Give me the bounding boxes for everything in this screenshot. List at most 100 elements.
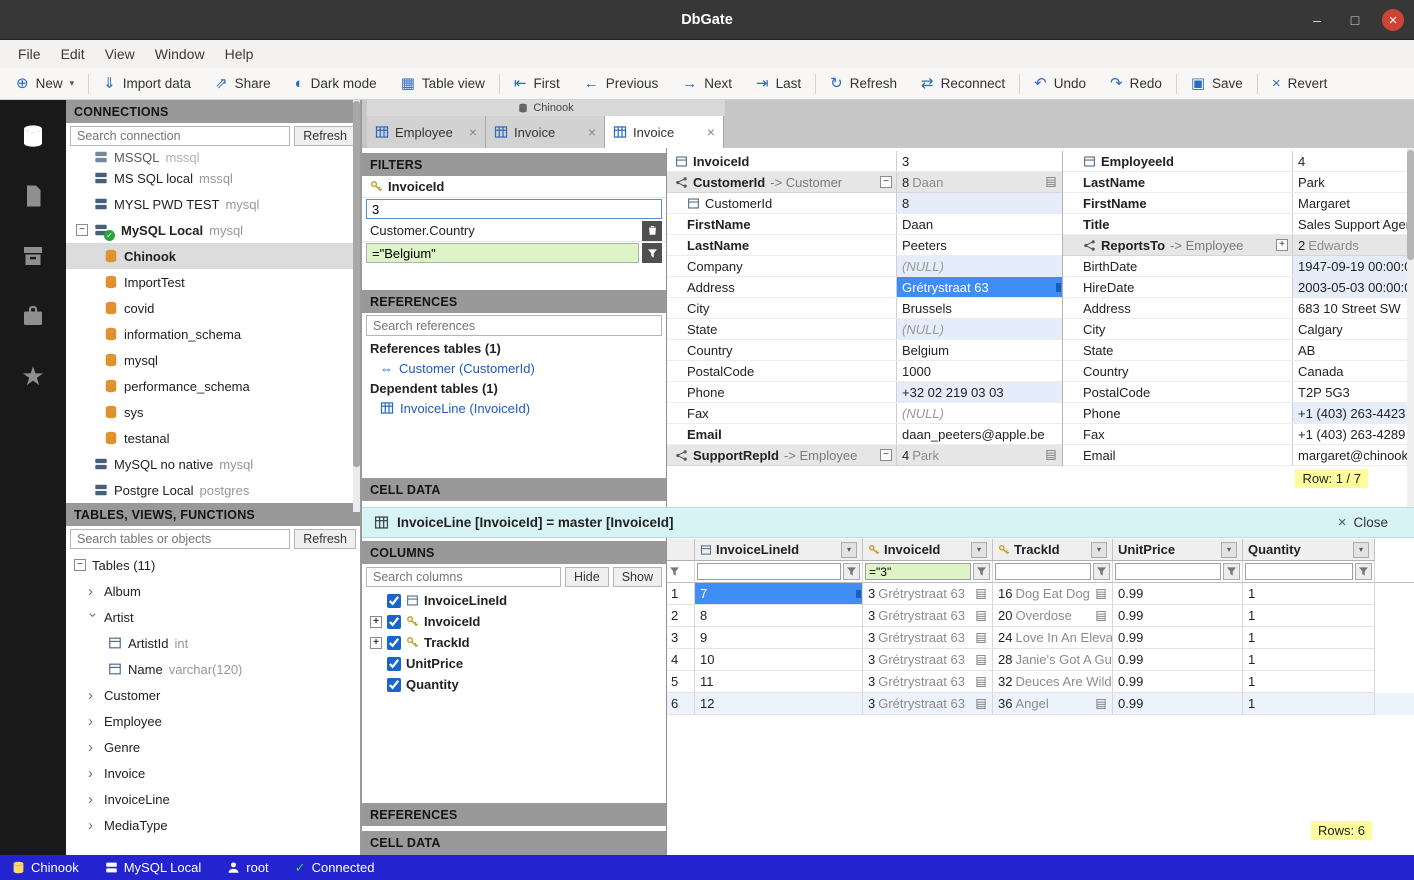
toolbar-reconnect-button[interactable]: ⇄Reconnect	[909, 68, 1017, 99]
database-mysql[interactable]: mysql	[66, 347, 360, 373]
column-dropdown-button[interactable]: ▾	[1353, 542, 1369, 558]
toolbar-last-button[interactable]: ⇥Last	[744, 68, 813, 99]
chevron-icon[interactable]: ›	[88, 818, 98, 833]
connection-mysql-local[interactable]: −✓MySQL Localmysql	[66, 217, 360, 243]
cell-invoiceid[interactable]: 3Grétrystraat 63	[863, 671, 993, 693]
toolbar-previous-button[interactable]: ←Previous	[572, 68, 671, 99]
columns-search-input[interactable]	[366, 567, 561, 587]
funnel-button[interactable]	[1223, 563, 1240, 580]
table-customer[interactable]: ›Customer	[66, 682, 360, 708]
toolbar-first-button[interactable]: ⇤First	[502, 68, 572, 99]
form-value-city[interactable]: Calgary	[1293, 319, 1408, 339]
column-dropdown-button[interactable]: ▾	[971, 542, 987, 558]
connections-search-input[interactable]	[70, 126, 290, 146]
database-importtest[interactable]: ImportTest	[66, 269, 360, 295]
form-value-employeeid[interactable]: 4	[1293, 151, 1408, 171]
table-invoice[interactable]: ›Invoice	[66, 760, 360, 786]
column-header-invoicelineid[interactable]: InvoiceLineId▾	[695, 539, 863, 561]
menu-view[interactable]: View	[95, 44, 145, 64]
form-value-phone[interactable]: +1 (403) 263-4423	[1293, 403, 1408, 423]
hide-column-button[interactable]: Hide	[565, 567, 609, 587]
column-dropdown-button[interactable]: ▾	[1091, 542, 1107, 558]
collapse-icon[interactable]: −	[76, 224, 88, 236]
form-value-address[interactable]: 683 10 Street SW	[1293, 298, 1408, 318]
toolbar-share-button[interactable]: ⇗Share	[203, 68, 283, 99]
filter-input[interactable]	[697, 563, 841, 580]
toolbar-table-view-button[interactable]: ▦Table view	[389, 68, 497, 99]
connections-refresh-button[interactable]: Refresh	[294, 126, 356, 146]
column-dropdown-button[interactable]: ▾	[1221, 542, 1237, 558]
remove-filter-button[interactable]	[642, 221, 662, 241]
filter-value-input[interactable]	[366, 199, 662, 219]
close-icon[interactable]: ×	[707, 124, 715, 140]
status-mysql-local[interactable]: MySQL Local	[105, 860, 202, 875]
chevron-icon[interactable]: ›	[88, 688, 98, 703]
database-covid[interactable]: covid	[66, 295, 360, 321]
collapse-icon[interactable]: −	[880, 176, 892, 188]
cell-invoicelineid[interactable]: 7	[695, 583, 863, 605]
toolbar-revert-button[interactable]: ×Revert	[1260, 68, 1340, 99]
expand-icon[interactable]: +	[1276, 239, 1288, 251]
database-testanal[interactable]: testanal	[66, 425, 360, 451]
column-header-trackid[interactable]: TrackId▾	[993, 539, 1113, 561]
filter-input[interactable]	[1245, 563, 1353, 580]
cell-unitprice[interactable]: 0.99	[1113, 605, 1243, 627]
cell-trackid[interactable]: 20Overdose	[993, 605, 1113, 627]
table-mediatype[interactable]: ›MediaType	[66, 812, 360, 838]
cell-invoicelineid[interactable]: 9	[695, 627, 863, 649]
form-value-firstname[interactable]: Margaret	[1293, 193, 1408, 213]
cell-invoicelineid[interactable]: 10	[695, 649, 863, 671]
filter-input[interactable]	[1115, 563, 1221, 580]
cell-trackid[interactable]: 36Angel	[993, 693, 1113, 715]
toolbar-save-button[interactable]: ▣Save	[1179, 68, 1255, 99]
form-value-country[interactable]: Belgium	[897, 340, 1062, 360]
tables-root[interactable]: −Tables (11)	[66, 552, 360, 578]
chevron-icon[interactable]: ›	[88, 740, 98, 755]
database-chinook[interactable]: Chinook	[66, 243, 360, 269]
show-column-button[interactable]: Show	[613, 567, 662, 587]
activitybar-connections[interactable]	[10, 112, 56, 160]
chevron-icon[interactable]: ›	[88, 584, 98, 599]
form-value-company[interactable]: (NULL)	[897, 256, 1062, 276]
tables-refresh-button[interactable]: Refresh	[294, 529, 356, 549]
row-number[interactable]: 1	[667, 583, 695, 605]
toolbar-next-button[interactable]: →Next	[670, 68, 744, 99]
table-employee[interactable]: ›Employee	[66, 708, 360, 734]
form-value-birthdate[interactable]: 1947-09-19 00:00:00	[1293, 256, 1408, 276]
cell-invoiceid[interactable]: 3Grétrystraat 63	[863, 605, 993, 627]
table-album[interactable]: ›Album	[66, 578, 360, 604]
database-performance-schema[interactable]: performance_schema	[66, 373, 360, 399]
column-header-unitprice[interactable]: UnitPrice▾	[1113, 539, 1243, 561]
activitybar-files[interactable]	[10, 172, 56, 220]
column-item-quantity[interactable]: Quantity	[362, 674, 666, 695]
tables-search-input[interactable]	[70, 529, 290, 549]
minimize-button[interactable]: –	[1306, 9, 1328, 31]
table-invoiceline[interactable]: ›InvoiceLine	[66, 786, 360, 812]
form-value-phone[interactable]: +32 02 219 03 03	[897, 382, 1062, 402]
cell-unitprice[interactable]: 0.99	[1113, 583, 1243, 605]
form-value-postalcode[interactable]: 1000	[897, 361, 1062, 381]
cell-unitprice[interactable]: 0.99	[1113, 649, 1243, 671]
cell-invoiceid[interactable]: 3Grétrystraat 63	[863, 627, 993, 649]
column-item-trackid[interactable]: +TrackId	[362, 632, 666, 653]
row-number[interactable]: 4	[667, 649, 695, 671]
menu-edit[interactable]: Edit	[51, 44, 95, 64]
column-checkbox[interactable]	[387, 636, 401, 650]
maximize-button[interactable]: □	[1344, 9, 1366, 31]
close-detail-button[interactable]: × Close	[1338, 514, 1388, 531]
collapse-icon[interactable]: −	[74, 559, 86, 571]
connection-postgre-local[interactable]: Postgre Localpostgres	[66, 477, 360, 503]
connection-mysql-no-native[interactable]: MySQL no nativemysql	[66, 451, 360, 477]
row-number[interactable]: 3	[667, 627, 695, 649]
cell-invoicelineid[interactable]: 11	[695, 671, 863, 693]
form-value-hiredate[interactable]: 2003-05-03 00:00:00	[1293, 277, 1408, 297]
toolbar-redo-button[interactable]: ↷Redo	[1098, 68, 1174, 99]
column-checkbox[interactable]	[387, 657, 401, 671]
form-value-city[interactable]: Brussels	[897, 298, 1062, 318]
cell-invoicelineid[interactable]: 12	[695, 693, 863, 715]
column-item-unitprice[interactable]: UnitPrice	[362, 653, 666, 674]
form-value-postalcode[interactable]: T2P 5G3	[1293, 382, 1408, 402]
form-value-fax[interactable]: +1 (403) 263-4289	[1293, 424, 1408, 444]
cell-quantity[interactable]: 1	[1243, 671, 1375, 693]
filter-input[interactable]	[865, 563, 971, 580]
